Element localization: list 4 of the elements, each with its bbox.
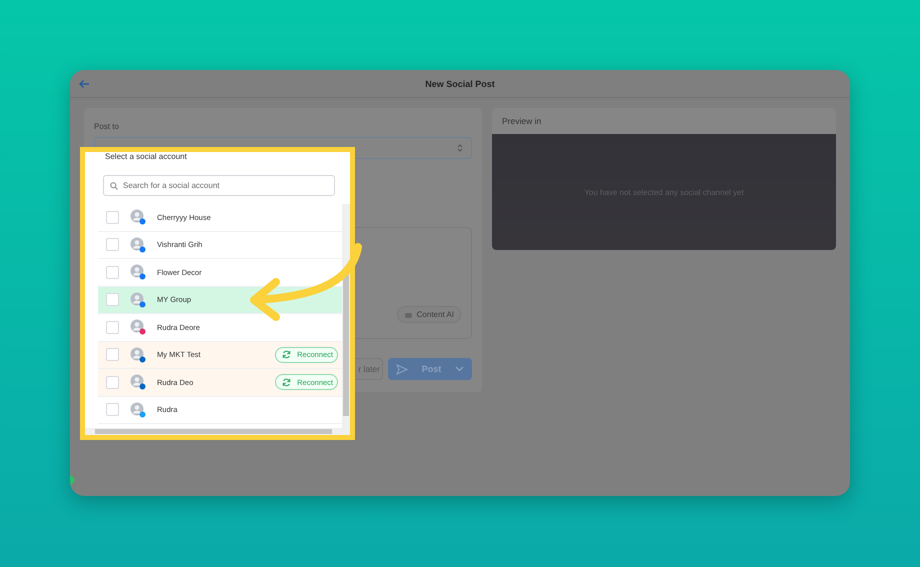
preview-title: Preview in [501, 115, 542, 128]
window-title: New Social Post [424, 78, 496, 88]
select-value: Select a social account [105, 152, 188, 161]
post-to-label: Post to [94, 122, 120, 131]
